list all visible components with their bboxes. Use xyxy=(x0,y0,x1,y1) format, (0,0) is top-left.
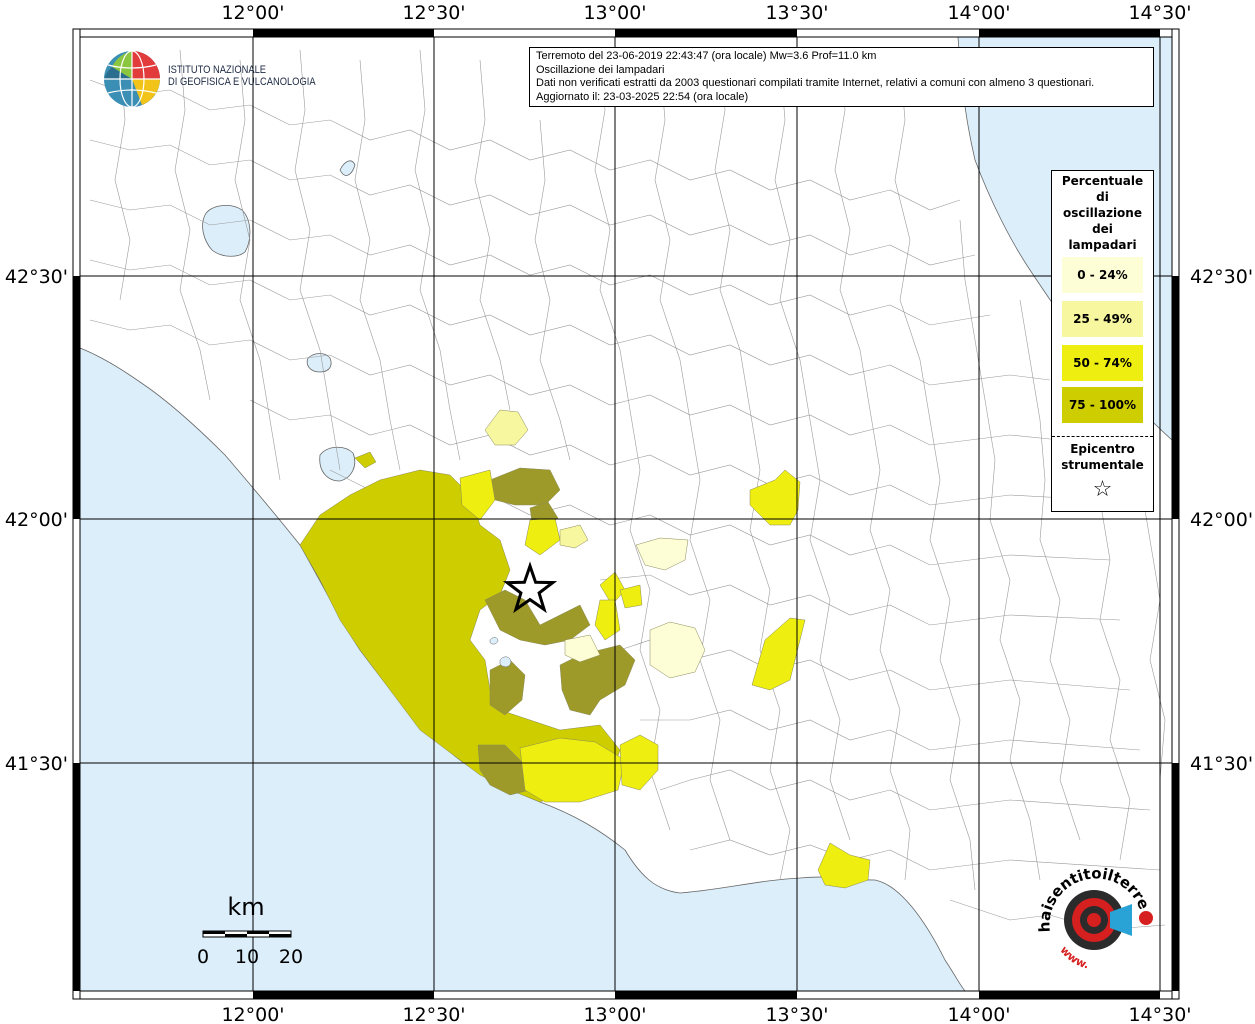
legend-item-25-49: 25 - 49% xyxy=(1062,301,1143,337)
tick-left-2: 41°30' xyxy=(5,753,68,775)
tick-labels-left: 42°30' 42°00' 41°30' xyxy=(5,266,68,775)
info-data-note: Dati non verificati estratti da 2003 que… xyxy=(536,77,1095,89)
globe-icon xyxy=(104,50,160,108)
info-subject: Oscillazione dei lampadari xyxy=(536,63,665,76)
tick-bottom-2: 13°00' xyxy=(583,1004,646,1024)
tick-right-2: 41°30' xyxy=(1190,753,1253,775)
legend-star-icon: ☆ xyxy=(1092,477,1113,502)
tick-bottom-4: 14°00' xyxy=(947,1004,1010,1024)
frame-right xyxy=(1171,28,1180,1000)
tick-left-0: 42°30' xyxy=(5,266,68,288)
tick-labels-top: 12°00' 12°30' 13°00' 13°30' 14°00' 14°30… xyxy=(221,2,1191,24)
tick-right-0: 42°30' xyxy=(1190,266,1253,288)
info-event: Terremoto del 23-06-2019 22:43:47 (ora l… xyxy=(536,50,877,62)
tick-labels-right: 42°30' 42°00' 41°30' xyxy=(1190,266,1253,775)
frame-bottom xyxy=(72,990,1180,1000)
frame-top xyxy=(72,28,1180,38)
tick-top-3: 13°30' xyxy=(765,2,828,24)
tick-top-1: 12°30' xyxy=(402,2,465,24)
legend-title: Percentuale di oscillazione dei lampadar… xyxy=(1052,171,1153,253)
logo-line-1: ISTITUTO NAZIONALE xyxy=(168,64,267,76)
tick-right-1: 42°00' xyxy=(1190,509,1253,531)
logo-line-2: DI GEOFISICA E VULCANOLOGIA xyxy=(168,76,316,88)
tick-bottom-5: 14°30' xyxy=(1128,1004,1191,1024)
legend-item-75-100: 75 - 100% xyxy=(1062,387,1143,423)
scale-label-10: 10 xyxy=(235,946,259,968)
scale-bar: km 0 10 20 xyxy=(197,893,303,968)
legend-title-line-4: dei xyxy=(1092,222,1113,236)
tick-top-5: 14°30' xyxy=(1128,2,1191,24)
tick-labels-bottom: 12°00' 12°30' 13°00' 13°30' 14°00' 14°30… xyxy=(221,1004,1191,1024)
scale-label-0: 0 xyxy=(197,946,209,968)
tick-top-4: 14°00' xyxy=(947,2,1010,24)
tick-bottom-0: 12°00' xyxy=(221,1004,284,1024)
legend-title-line-2: di xyxy=(1096,190,1109,204)
legend: Percentuale di oscillazione dei lampadar… xyxy=(1051,170,1154,512)
legend-epicenter-line-2: strumentale xyxy=(1061,458,1144,472)
legend-item-0-24: 0 - 24% xyxy=(1062,257,1143,293)
tick-top-2: 13°00' xyxy=(583,2,646,24)
tick-top-0: 12°00' xyxy=(221,2,284,24)
info-updated: Aggiornato il: 23-03-2025 22:54 (ora loc… xyxy=(536,90,749,103)
info-box: Terremoto del 23-06-2019 22:43:47 (ora l… xyxy=(529,47,1154,107)
legend-divider xyxy=(1052,436,1153,437)
legend-item-50-74: 50 - 74% xyxy=(1062,345,1143,381)
legend-epicenter-label: Epicentro strumentale xyxy=(1052,441,1153,473)
lake-albano xyxy=(499,656,512,667)
ingv-logo: ISTITUTO NAZIONALE DI GEOFISICA E VULCAN… xyxy=(102,49,316,109)
legend-title-line-1: Percentuale xyxy=(1061,174,1144,188)
tick-bottom-3: 13°30' xyxy=(765,1004,828,1024)
frame-left xyxy=(72,28,81,1000)
tick-bottom-1: 12°30' xyxy=(402,1004,465,1024)
tick-left-1: 42°00' xyxy=(5,509,68,531)
legend-epicenter-line-1: Epicentro xyxy=(1070,442,1135,456)
legend-title-line-5: lampadari xyxy=(1068,238,1137,252)
scale-label-20: 20 xyxy=(279,946,303,968)
legend-title-line-3: oscillazione xyxy=(1063,206,1142,220)
scale-unit: km xyxy=(227,893,264,921)
haisentito-logo: haisentitoilterremoto.it www. xyxy=(1030,862,1153,972)
